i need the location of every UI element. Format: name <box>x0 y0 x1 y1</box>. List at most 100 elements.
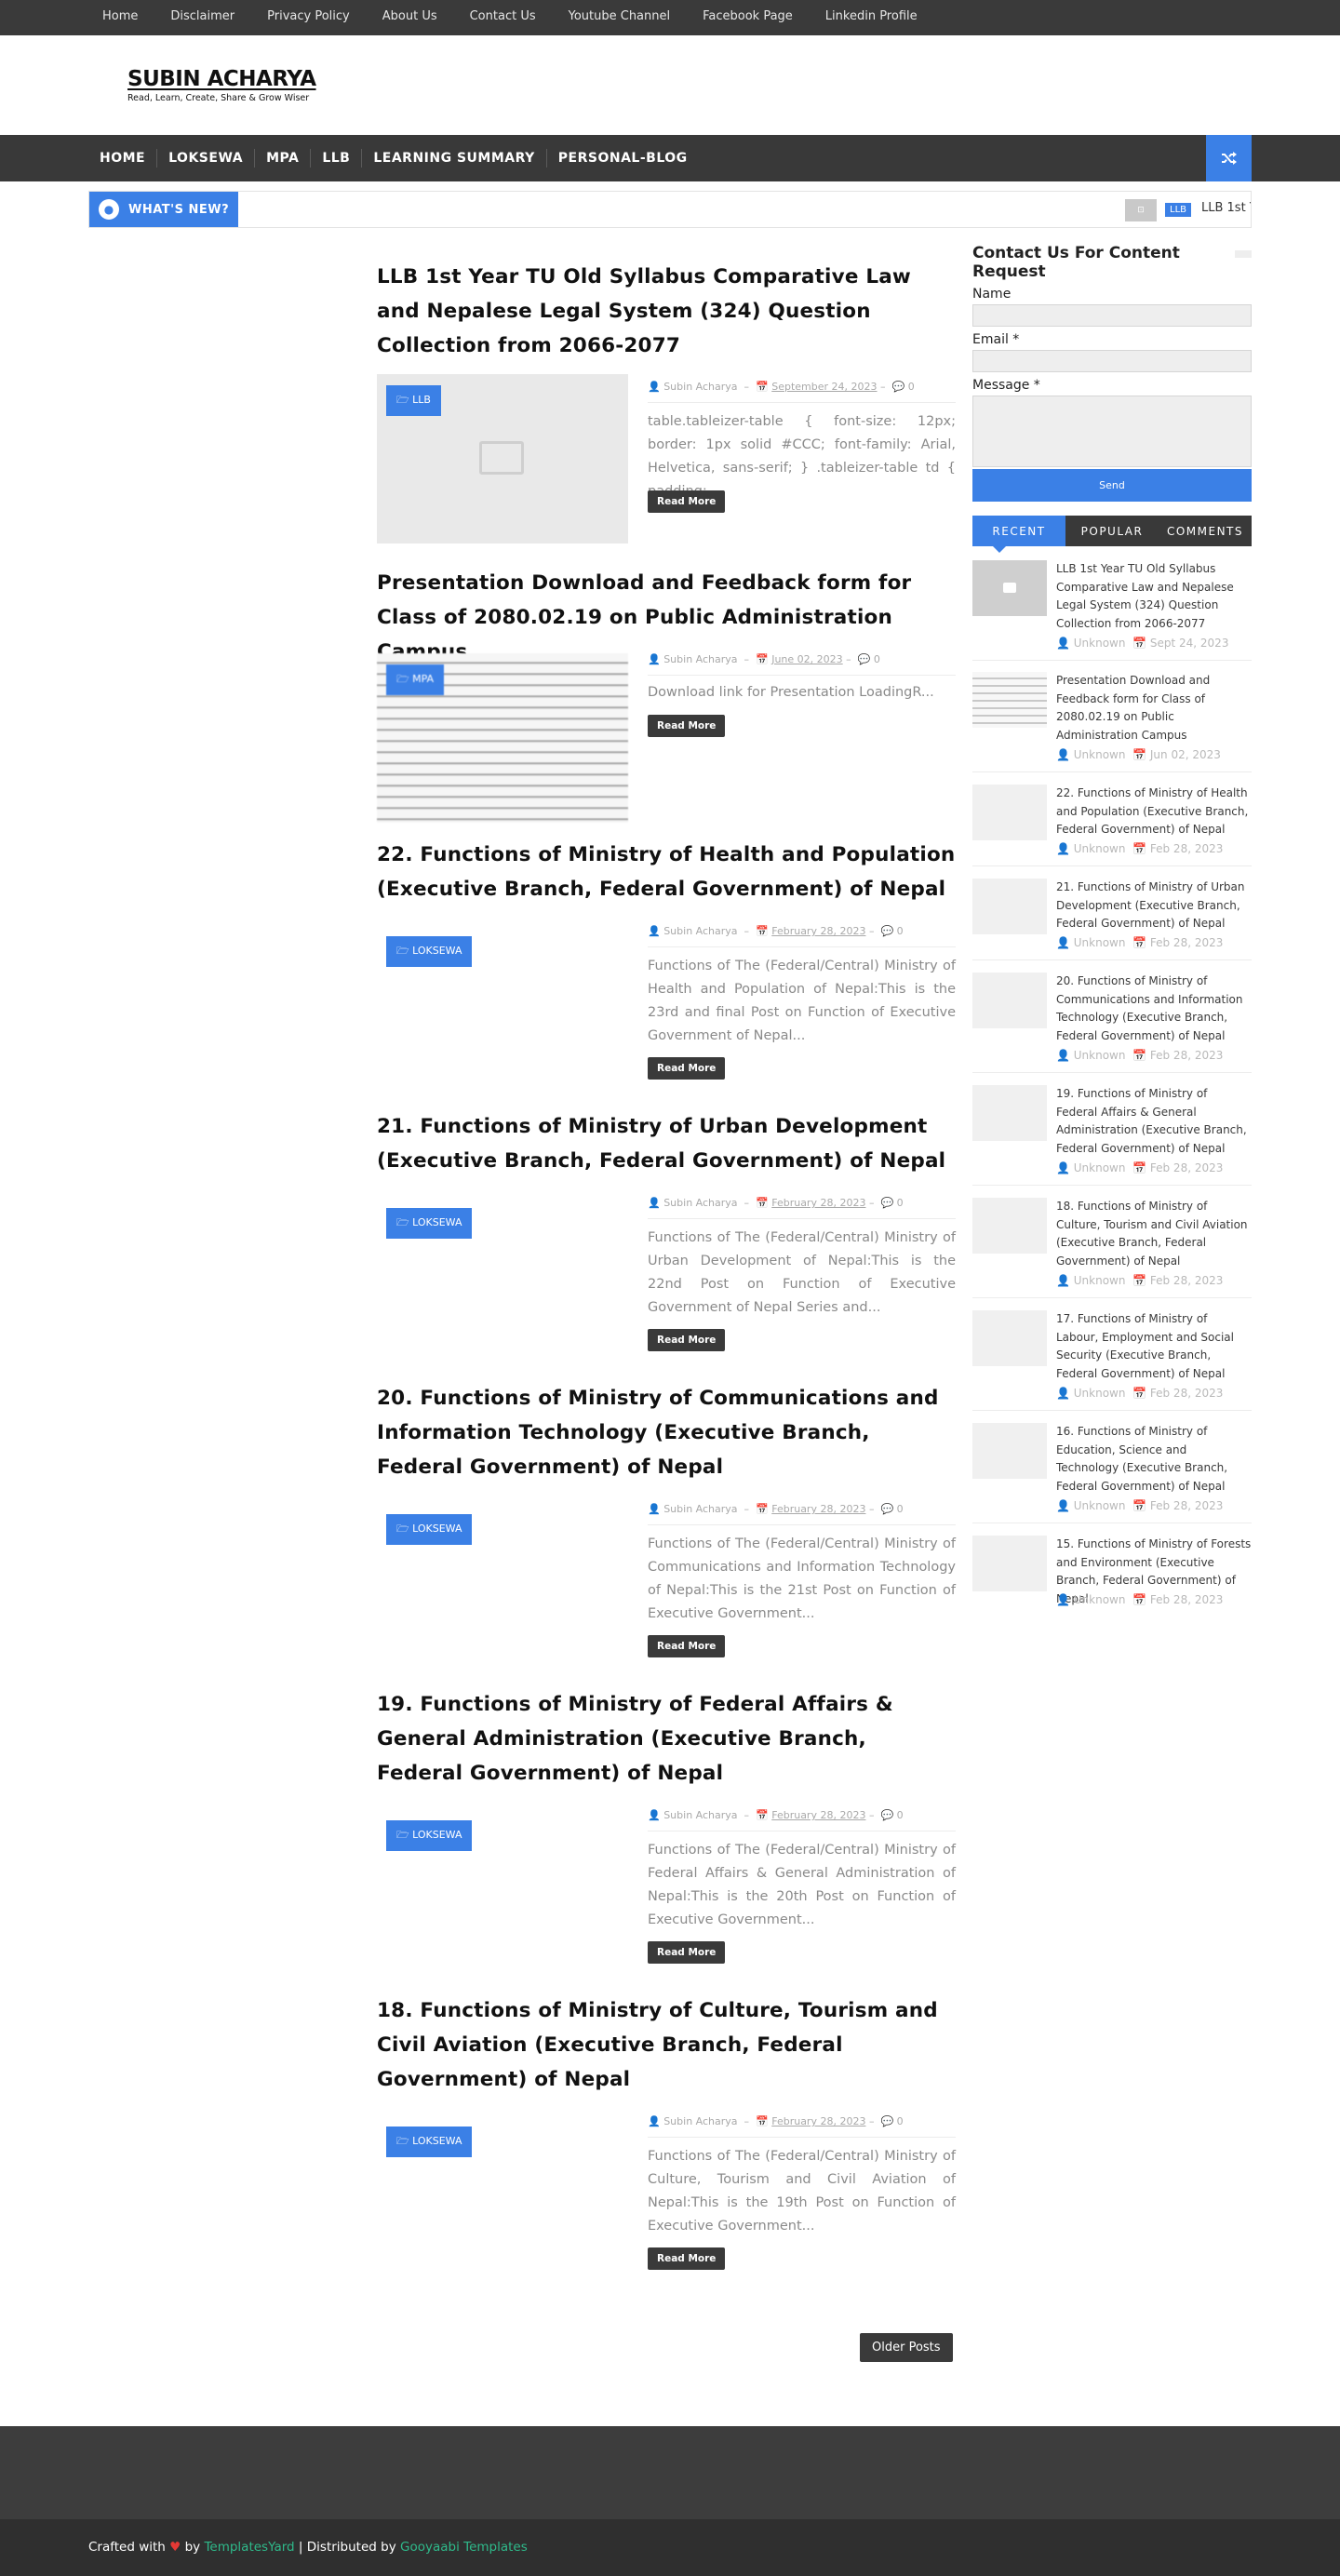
read-more-button[interactable]: Read More <box>648 1329 726 1351</box>
templatesyard-link[interactable]: TemplatesYard <box>204 2540 294 2555</box>
post-meta: 👤 Subin Acharya – 📅 February 28, 2023 – … <box>648 1503 956 1525</box>
post-title[interactable]: 22. Functions of Ministry of Health and … <box>377 838 956 906</box>
post-title[interactable]: LLB 1st Year TU Old Syllabus Comparative… <box>377 260 956 363</box>
recent-meta: 👤 Unknown 📅 Feb 28, 2023 <box>1056 1499 1224 1512</box>
category-badge[interactable]: 🗁 LOKSEWA <box>386 936 473 967</box>
site-logo[interactable]: SUBIN ACHARYA Read, Learn, Create, Share… <box>127 67 316 103</box>
category-badge[interactable]: 🗁 LOKSEWA <box>386 1820 473 1851</box>
recent-title[interactable]: 19. Functions of Ministry of Federal Aff… <box>1056 1085 1252 1158</box>
recent-title[interactable]: LLB 1st Year TU Old Syllabus Comparative… <box>1056 560 1252 633</box>
post-thumbnail[interactable]: 🗁 LOKSEWA <box>377 925 628 1094</box>
nav-item-mpa[interactable]: MPA <box>254 149 310 168</box>
recent-thumbnail[interactable] <box>972 973 1047 1028</box>
read-more-button[interactable]: Read More <box>648 2247 726 2270</box>
gooyaabi-link[interactable]: Gooyaabi Templates <box>400 2540 528 2555</box>
read-more-button[interactable]: Read More <box>648 715 726 737</box>
post-meta: 👤 Subin Acharya – 📅 February 28, 2023 – … <box>648 1809 956 1831</box>
recent-thumbnail[interactable] <box>972 879 1047 934</box>
recent-meta: 👤 Unknown 📅 Feb 28, 2023 <box>1056 1049 1224 1062</box>
flame-icon: ● <box>99 199 119 220</box>
recent-thumbnail[interactable] <box>972 1310 1047 1366</box>
ticker-headline[interactable]: LLB 1st Year <box>1201 201 1251 215</box>
read-more-button[interactable]: Read More <box>648 1057 726 1080</box>
category-badge[interactable]: 🗁 LOKSEWA <box>386 1514 473 1545</box>
image-placeholder-icon <box>479 441 524 475</box>
top-link-privacy-policy[interactable]: Privacy Policy <box>267 0 350 35</box>
recent-meta: 👤 Unknown 📅 Feb 28, 2023 <box>1056 1593 1224 1606</box>
top-link-youtube[interactable]: Youtube Channel <box>569 0 671 35</box>
read-more-button[interactable]: Read More <box>648 1941 726 1964</box>
top-link-about-us[interactable]: About Us <box>382 0 437 35</box>
divider <box>972 660 1252 661</box>
send-button[interactable]: Send <box>972 469 1252 502</box>
nav-item-loksewa[interactable]: LOKSEWA <box>156 149 254 168</box>
recent-thumbnail[interactable] <box>972 1085 1047 1141</box>
site-name[interactable]: SUBIN ACHARYA <box>127 67 316 91</box>
email-field[interactable] <box>972 350 1252 372</box>
recent-meta: 👤 Unknown 📅 Jun 02, 2023 <box>1056 748 1221 761</box>
divider <box>972 771 1252 772</box>
nav-item-personal-blog[interactable]: PERSONAL-BLOG <box>545 149 699 168</box>
post-thumbnail[interactable]: 🗁 LOKSEWA <box>377 1503 628 1672</box>
nav-item-home[interactable]: HOME <box>88 149 156 168</box>
email-label: Email * <box>972 332 1020 347</box>
category-badge[interactable]: 🗁 LOKSEWA <box>386 2127 473 2157</box>
recent-thumbnail[interactable] <box>972 1423 1047 1479</box>
crafted-text: Crafted with <box>88 2540 166 2555</box>
recent-title[interactable]: Presentation Download and Feedback form … <box>1056 672 1252 745</box>
tab-comments[interactable]: COMMENTS <box>1159 516 1252 546</box>
post-thumbnail[interactable]: 🗁 MPA <box>377 653 628 823</box>
read-more-button[interactable]: Read More <box>648 1635 726 1657</box>
top-link-disclaimer[interactable]: Disclaimer <box>170 0 234 35</box>
category-badge[interactable]: 🗁 LOKSEWA <box>386 1208 473 1239</box>
post-thumbnail[interactable]: 🗁 LOKSEWA <box>377 1197 628 1366</box>
ticker-category[interactable]: LLB <box>1165 203 1192 217</box>
tab-recent[interactable]: RECENT <box>972 516 1065 553</box>
top-link-contact-us[interactable]: Contact Us <box>470 0 536 35</box>
random-post-button[interactable] <box>1206 135 1252 181</box>
post-title[interactable]: 20. Functions of Ministry of Communicati… <box>377 1381 956 1484</box>
recent-thumbnail[interactable] <box>972 785 1047 840</box>
divider <box>972 1297 1252 1298</box>
nav-item-llb[interactable]: LLB <box>310 149 361 168</box>
ticker-label-text: WHAT'S NEW? <box>128 202 230 217</box>
recent-thumbnail[interactable] <box>972 1198 1047 1254</box>
category-badge[interactable]: 🗁 LLB <box>386 385 441 416</box>
post-title[interactable]: 21. Functions of Ministry of Urban Devel… <box>377 1109 956 1178</box>
post-title[interactable]: 19. Functions of Ministry of Federal Aff… <box>377 1687 956 1791</box>
recent-title[interactable]: 16. Functions of Ministry of Education, … <box>1056 1423 1252 1496</box>
post-thumbnail[interactable]: 🗁 LOKSEWA <box>377 2115 628 2285</box>
post-item: 18. Functions of Ministry of Culture, To… <box>377 1993 956 2270</box>
nav-item-learning-summary[interactable]: LEARNING SUMMARY <box>361 149 545 168</box>
post-title[interactable]: 18. Functions of Ministry of Culture, To… <box>377 1993 956 2097</box>
category-badge[interactable]: 🗁 MPA <box>386 664 445 695</box>
ticker-thumbnail[interactable]: ⊡ <box>1125 199 1157 221</box>
recent-title[interactable]: 22. Functions of Ministry of Health and … <box>1056 785 1252 839</box>
older-posts-button[interactable]: Older Posts <box>860 2333 953 2362</box>
site-tagline: Read, Learn, Create, Share & Grow Wiser <box>127 93 310 103</box>
recent-thumbnail[interactable] <box>972 560 1047 616</box>
post-meta: 👤 Subin Acharya – 📅 February 28, 2023 – … <box>648 2115 956 2138</box>
post-item: 21. Functions of Ministry of Urban Devel… <box>377 1109 956 1351</box>
recent-thumbnail[interactable] <box>972 672 1047 728</box>
recent-title[interactable]: 21. Functions of Ministry of Urban Devel… <box>1056 879 1252 933</box>
post-item: 20. Functions of Ministry of Communicati… <box>377 1381 956 1657</box>
message-field[interactable] <box>972 396 1252 467</box>
post-thumbnail[interactable]: 🗁 LOKSEWA <box>377 1809 628 1979</box>
tab-popular[interactable]: POPULAR <box>1065 516 1159 546</box>
post-thumbnail[interactable]: 🗁 LLB <box>377 374 628 543</box>
post-meta: 👤 Subin Acharya – 📅 September 24, 2023 –… <box>648 381 956 403</box>
recent-title[interactable]: 17. Functions of Ministry of Labour, Emp… <box>1056 1310 1252 1383</box>
name-field[interactable] <box>972 304 1252 327</box>
recent-meta: 👤 Unknown 📅 Feb 28, 2023 <box>1056 936 1224 949</box>
shuffle-icon <box>1221 152 1237 165</box>
post-excerpt: Functions of The (Federal/Central) Minis… <box>648 2149 956 2234</box>
top-link-home[interactable]: Home <box>102 0 138 35</box>
recent-thumbnail[interactable] <box>972 1536 1047 1591</box>
recent-title[interactable]: 18. Functions of Ministry of Culture, To… <box>1056 1198 1252 1270</box>
top-link-facebook[interactable]: Facebook Page <box>703 0 793 35</box>
read-more-button[interactable]: Read More <box>648 490 726 513</box>
divider <box>972 865 1252 866</box>
recent-title[interactable]: 20. Functions of Ministry of Communicati… <box>1056 973 1252 1045</box>
top-link-linkedin[interactable]: Linkedin Profile <box>825 0 918 35</box>
